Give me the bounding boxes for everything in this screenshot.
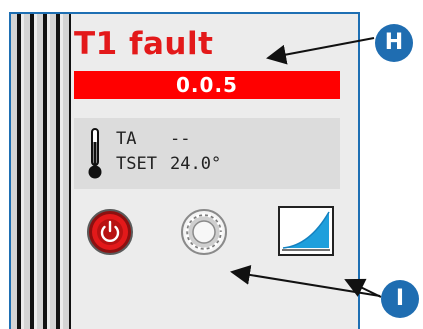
temperature-box: TA -- TSET 24.0° [74, 118, 340, 189]
setpoint-temp-row: TSET 24.0° [116, 154, 221, 174]
callout-marker-h: H [375, 24, 413, 62]
ramp-button[interactable] [278, 206, 334, 256]
fault-code-bar: 0.0.5 [74, 71, 340, 99]
setpoint-temp-value: 24.0° [170, 154, 222, 174]
ramp-curve-icon [278, 206, 334, 256]
actual-temp-value: -- [170, 129, 191, 149]
setpoint-temp-label: TSET [116, 154, 157, 174]
gear-icon [181, 209, 227, 255]
settings-button[interactable] [180, 208, 228, 256]
callout-marker-i: I [381, 280, 419, 318]
power-icon [87, 209, 133, 255]
actual-temp-row: TA -- [116, 129, 190, 149]
fault-code: 0.0.5 [176, 73, 238, 97]
power-button[interactable] [86, 208, 134, 256]
thermometer-icon [88, 128, 102, 179]
panel-stripes [11, 14, 71, 329]
fault-title: T1 fault [74, 26, 214, 62]
actual-temp-label: TA [116, 129, 137, 149]
screenshot-stage: T1 fault 0.0.5 TA -- TSET 24.0° H I [0, 0, 423, 329]
